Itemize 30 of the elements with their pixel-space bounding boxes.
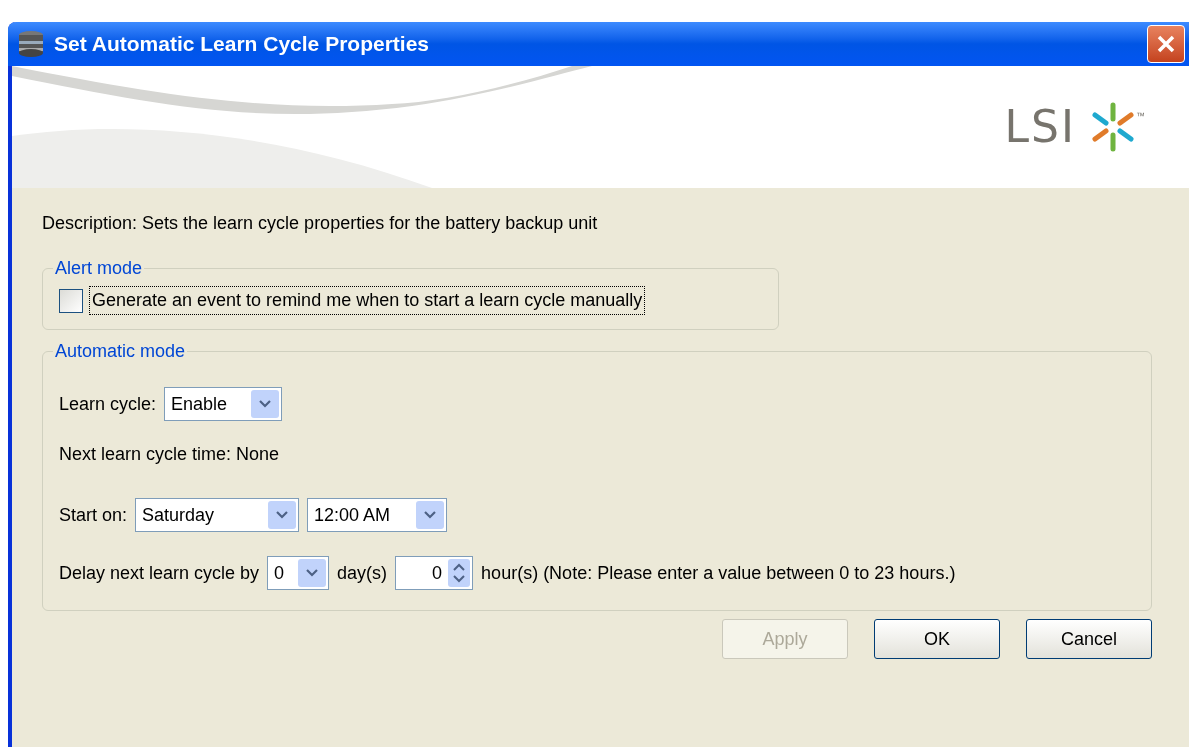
database-icon: [18, 30, 44, 58]
spinner-arrows-icon: [448, 559, 471, 587]
field-label: Learn cycle:: [59, 392, 157, 416]
window-title: Set Automatic Learn Cycle Properties: [54, 31, 430, 58]
day-dropdown[interactable]: Saturday: [135, 498, 300, 532]
hours-spinner[interactable]: 0: [395, 556, 474, 590]
description-text: Description: Sets the learn cycle properties for the battery backup unit: [42, 212, 599, 235]
close-button[interactable]: [1147, 25, 1185, 63]
unit-label: hour(s) (Note: Please enter a value between 0 to 23 hours.): [481, 561, 956, 585]
field-label: Start on:: [59, 503, 128, 527]
caret-icon: [276, 511, 289, 519]
checkbox[interactable]: [59, 288, 83, 313]
unit-label: day(s): [337, 561, 388, 585]
dialog-button[interactable]: OK: [874, 619, 1000, 659]
trademark-mark: ™: [1136, 110, 1145, 123]
caret-icon: [306, 569, 319, 577]
logo-text: LSI: [1004, 100, 1076, 154]
field-label: Delay next learn cycle by: [59, 561, 260, 585]
time-dropdown[interactable]: 12:00 AM: [307, 498, 448, 532]
days-dropdown[interactable]: 0: [267, 556, 330, 590]
close-icon: [1157, 35, 1175, 53]
group-title: Automatic mode: [54, 340, 187, 363]
caret-icon: [424, 511, 437, 519]
checkbox-label: Generate an event to remind me when to start a learn cycle manually: [89, 286, 646, 315]
starburst-logo-icon: [1090, 101, 1136, 153]
caret-icon: [259, 400, 272, 408]
learn-cycle-dropdown[interactable]: Enable: [164, 387, 283, 421]
next-cycle-text: Next learn cycle time: None: [59, 443, 281, 466]
dialog-button[interactable]: Cancel: [1026, 619, 1152, 659]
group-title: Alert mode: [54, 257, 144, 280]
